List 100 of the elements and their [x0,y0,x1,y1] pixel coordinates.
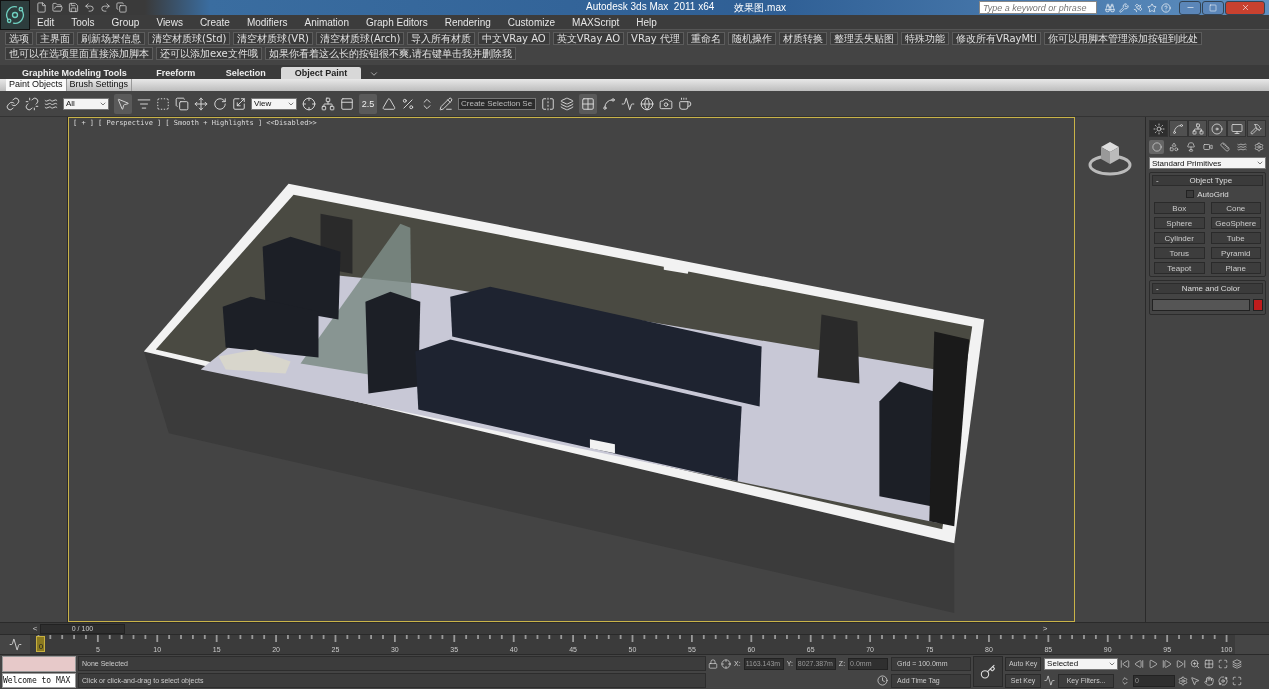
pan-icon[interactable] [1204,675,1215,686]
app-menu-button[interactable] [0,0,30,30]
key-mode-dropdown[interactable]: Selected [1044,657,1119,670]
command-panel-tab[interactable] [1227,120,1247,137]
skip-forward-icon[interactable] [1176,658,1187,669]
named-selection-dropdown[interactable]: Create Selection Se [458,97,536,110]
menu-item[interactable]: Create [199,16,230,28]
wrench-icon[interactable] [1119,2,1129,13]
layers-icon[interactable] [560,96,574,111]
maximize-viewport-icon[interactable] [1232,675,1243,686]
script-button[interactable]: 清空材质球(Std) [148,32,231,45]
search-field[interactable]: Type a keyword or phrase [979,1,1097,14]
camera-icon[interactable] [659,96,673,111]
script-button[interactable]: 还可以添加exe文件哦 [156,47,262,60]
menu-item[interactable]: Views [156,16,183,28]
menu-item[interactable]: Graph Editors [365,16,428,28]
close-button[interactable] [1225,0,1265,15]
skip-back-icon[interactable] [1120,658,1131,669]
primitive-button[interactable]: Pyramid [1210,247,1261,259]
script-button[interactable]: 刷新场景信息 [77,32,145,45]
save-icon[interactable] [68,2,79,13]
play-icon[interactable] [1148,658,1159,669]
copy-icon[interactable] [175,96,189,111]
script-button[interactable]: 中文VRay AO [478,32,550,45]
pencil-icon[interactable] [439,96,453,111]
script-button[interactable]: 也可以在选项里面直接添加脚本 [5,47,153,60]
primitive-button[interactable]: Cylinder [1154,232,1205,244]
selection-filter-dropdown[interactable]: All [63,97,109,110]
menu-item[interactable]: Help [636,16,657,28]
primitive-button[interactable]: Teapot [1154,262,1205,274]
object-name-field[interactable] [1152,298,1250,311]
primitive-button[interactable]: Sphere [1154,217,1205,229]
step-back-icon[interactable] [1134,658,1145,669]
rotate-icon[interactable] [213,96,227,111]
percent-icon[interactable] [401,96,415,111]
unlink-icon[interactable] [25,96,39,111]
ribbon-tab[interactable]: Selection [210,67,281,79]
set-key-button[interactable] [973,656,1004,687]
command-panel-tab[interactable] [1207,120,1227,137]
ribbon-panel-tab[interactable]: Paint Objects [6,79,67,91]
primitive-button[interactable]: Tube [1210,232,1261,244]
grid-icon[interactable] [581,96,595,111]
curve-editor-icon[interactable] [8,638,22,651]
command-panel-tab[interactable] [1188,120,1208,137]
next-frame-button[interactable]: > [1040,624,1050,633]
folder-icon[interactable] [52,2,63,13]
color-swatch[interactable] [1253,298,1263,311]
menu-item[interactable]: Tools [71,16,95,28]
binoculars-icon[interactable] [1105,2,1115,13]
waves-icon[interactable] [44,96,58,111]
script-button[interactable]: 随机操作 [727,32,776,45]
primitive-button[interactable]: Torus [1154,247,1205,259]
orbit-icon[interactable] [1218,675,1229,686]
crosshair-icon[interactable] [721,658,731,669]
previous-frame-button[interactable]: < [30,624,40,633]
menu-item[interactable]: Modifiers [246,16,288,28]
link-icon[interactable] [6,96,20,111]
script-button[interactable]: 重命名 [686,32,725,45]
script-button[interactable]: 清空材质球(Arch) [316,32,405,45]
script-button[interactable]: 整理丢失贴图 [829,32,898,45]
minimize-button[interactable] [1179,0,1201,15]
rollout-title[interactable]: Name and Color [1162,284,1259,293]
menu-item[interactable]: Group [111,16,140,28]
primitives-dropdown[interactable]: Standard Primitives [1149,157,1266,169]
ribbon-tab[interactable]: Object Paint [280,67,362,79]
script-button[interactable]: 英文VRay AO [552,32,625,45]
zoom-extents-icon[interactable] [1218,658,1229,669]
primitive-button[interactable]: GeoSphere [1210,217,1261,229]
time-config-icon[interactable] [1178,675,1189,686]
triangle-icon[interactable] [382,96,396,111]
graph-icon[interactable] [621,96,635,111]
script-button[interactable]: 导入所有材质 [407,32,476,45]
reference-coordinate-dropdown[interactable]: View [251,97,297,110]
panel-icon[interactable] [340,96,354,111]
new-file-icon[interactable] [36,2,47,13]
collapse-toggle[interactable]: - [1156,284,1159,293]
clock-icon[interactable] [877,675,889,686]
move-icon[interactable] [194,96,208,111]
script-button[interactable]: 材质转换 [778,32,827,45]
satellite-icon[interactable] [1133,2,1143,13]
undo-icon[interactable] [84,2,95,13]
menu-item[interactable]: Animation [304,16,349,28]
maxscript-output-field[interactable]: Welcome to MAX [2,672,76,688]
star-icon[interactable] [1147,2,1157,13]
script-button[interactable]: 你可以用脚本管理添加按钮到此处 [1043,32,1202,45]
maximize-button[interactable] [1202,0,1224,15]
primitive-button[interactable]: Plane [1210,262,1261,274]
tangent-curve-icon[interactable] [1044,675,1056,686]
network-icon[interactable] [321,96,335,111]
autogrid-checkbox[interactable] [1186,190,1195,198]
dashed-square-icon[interactable] [156,96,170,111]
menu-item[interactable]: Customize [507,16,556,28]
rollout-title[interactable]: Object Type [1162,176,1259,185]
script-button[interactable]: 主界面 [36,32,74,45]
time-marker[interactable]: 0 [36,636,46,652]
step-forward-icon[interactable] [1162,658,1173,669]
script-button[interactable]: 清空材质球(VR) [233,32,313,45]
lock-icon[interactable] [708,658,718,669]
script-button[interactable]: VRay 代理 [627,32,684,45]
snap-toggle-button[interactable]: 2.5 [359,93,377,114]
